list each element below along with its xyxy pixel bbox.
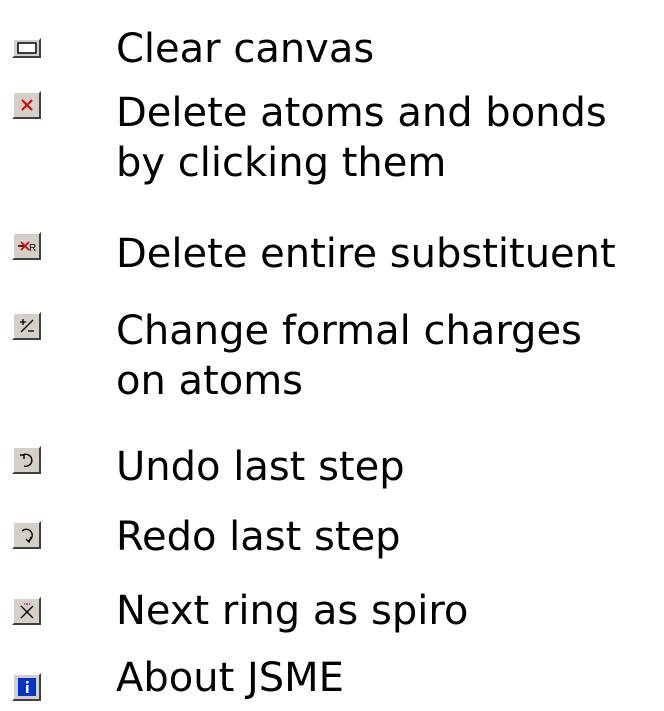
charge-button[interactable] <box>12 312 41 340</box>
undo-button[interactable] <box>12 446 41 474</box>
about-button[interactable] <box>12 673 41 701</box>
clear-canvas-button[interactable] <box>12 38 41 58</box>
redo-icon <box>18 526 36 544</box>
legend-label: Undo last step <box>116 444 405 490</box>
charge-icon <box>18 317 36 335</box>
legend-label: Change formal charges on atoms <box>116 308 582 404</box>
toolbar-legend: Clear canvas Delete atoms and bonds by c… <box>0 0 664 711</box>
delete-substituent-button[interactable]: R <box>12 232 41 260</box>
legend-label: Next ring as spiro <box>116 588 469 634</box>
legend-label: About JSME <box>116 655 344 701</box>
redo-button[interactable] <box>12 521 41 549</box>
legend-label: Clear canvas <box>116 26 375 72</box>
delete-icon <box>19 97 35 113</box>
legend-label: Redo last step <box>116 514 401 560</box>
clear-canvas-icon <box>16 42 37 54</box>
spiro-button[interactable] <box>12 597 41 625</box>
svg-text:R: R <box>29 243 36 254</box>
spiro-icon <box>18 602 36 620</box>
legend-label: Delete entire substituent <box>116 231 616 277</box>
delete-button[interactable] <box>12 91 41 119</box>
delete-substituent-icon: R <box>17 238 37 254</box>
legend-label: Delete atoms and bonds by clicking them <box>116 90 607 186</box>
undo-icon <box>18 451 36 469</box>
info-icon <box>17 677 37 697</box>
